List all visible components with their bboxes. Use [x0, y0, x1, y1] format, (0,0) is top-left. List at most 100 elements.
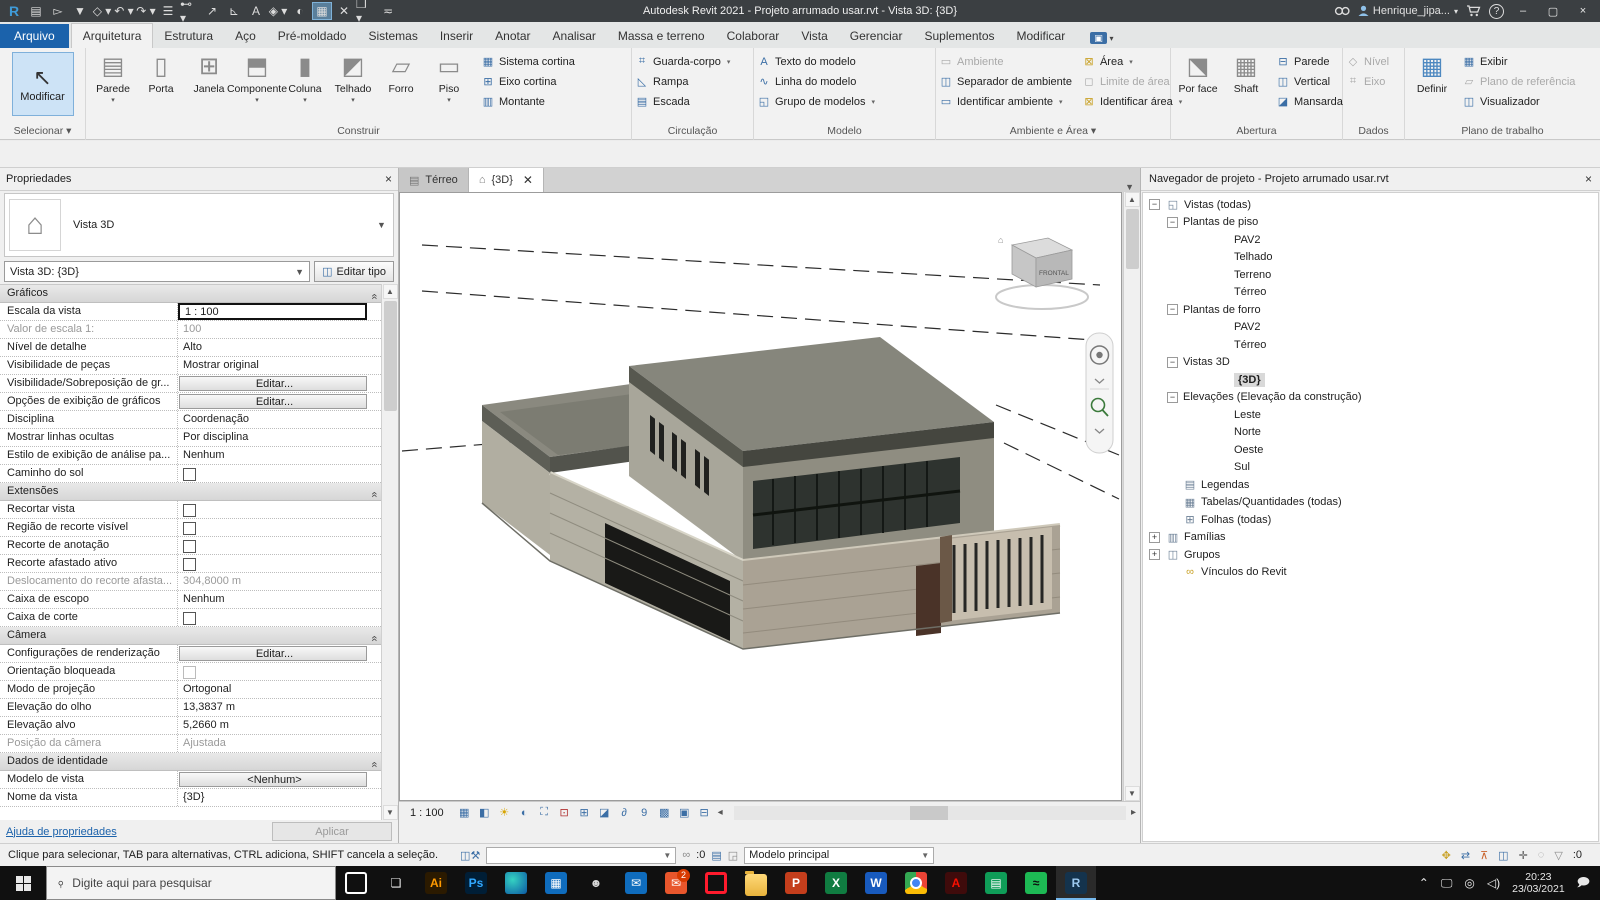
- property-row[interactable]: Caixa de corte: [0, 609, 381, 627]
- chevron-up-icon[interactable]: ⌃: [1419, 876, 1429, 890]
- property-value[interactable]: Coordenação: [178, 411, 381, 428]
- drag-on-selection-icon[interactable]: ✛: [1519, 849, 1528, 862]
- scroll-up-icon[interactable]: ▲: [1125, 192, 1140, 207]
- workset-glasses-icon[interactable]: ∞: [682, 849, 690, 861]
- taskbar-app-icon[interactable]: ✉ 2: [656, 866, 696, 900]
- modify-tool-button[interactable]: ↖ Modificar: [12, 52, 74, 116]
- taskbar-app-icon[interactable]: ☻: [576, 866, 616, 900]
- tree-item[interactable]: PAV2: [1143, 319, 1598, 337]
- view-control-icon[interactable]: ☀: [496, 804, 513, 821]
- view-control-icon[interactable]: ▦: [456, 804, 473, 821]
- property-value[interactable]: Editar...: [179, 376, 367, 391]
- ribbon-big-button[interactable]: ▯ Porta: [137, 50, 185, 104]
- property-row[interactable]: Extensões: [0, 483, 381, 501]
- view-tab-overflow-icon[interactable]: ▼: [1119, 182, 1140, 192]
- ribbon-small-button[interactable]: ⊠ Área: [1082, 53, 1182, 70]
- ribbon-tab[interactable]: Vista: [790, 24, 838, 48]
- panel-label-ambiente[interactable]: Ambiente e Área ▾: [936, 124, 1170, 140]
- taskbar-app-icon[interactable]: ▤: [976, 866, 1016, 900]
- property-value[interactable]: Por disciplina: [178, 429, 381, 446]
- property-row[interactable]: Elevação do olho 13,3837 m: [0, 699, 381, 717]
- design-option-combo[interactable]: Modelo principal ▼: [744, 847, 934, 864]
- view-tab-3d[interactable]: ⌂ {3D} ✕: [469, 168, 544, 192]
- notification-center-icon[interactable]: 🗩: [1577, 873, 1590, 894]
- tree-item[interactable]: − Vistas 3D: [1143, 354, 1598, 372]
- app-store-cart-icon[interactable]: [1466, 5, 1481, 17]
- ribbon-small-button[interactable]: ▭ Identificar ambiente: [939, 93, 1072, 110]
- start-button[interactable]: [0, 866, 46, 900]
- property-row[interactable]: Orientação bloqueada: [0, 663, 381, 681]
- property-value[interactable]: [178, 609, 381, 626]
- expand-collapse-icon[interactable]: −: [1149, 199, 1160, 210]
- property-row[interactable]: Disciplina Coordenação: [0, 411, 381, 429]
- qat-icon[interactable]: R: [4, 2, 24, 20]
- chevron-down-icon[interactable]: ▼: [377, 220, 393, 230]
- expand-collapse-icon[interactable]: −: [1167, 392, 1178, 403]
- property-row[interactable]: Gráficos: [0, 285, 381, 303]
- property-row[interactable]: Mostrar linhas ocultas Por disciplina: [0, 429, 381, 447]
- ribbon-big-button[interactable]: ◩ Telhado: [329, 50, 377, 104]
- ribbon-big-button[interactable]: ▦ Shaft: [1222, 50, 1270, 95]
- ribbon-small-button[interactable]: ⊟ Parede: [1276, 53, 1343, 70]
- qat-icon[interactable]: ☰: [158, 2, 178, 20]
- tree-item[interactable]: {3D}: [1143, 371, 1598, 389]
- taskbar-app-icon[interactable]: ≈: [1016, 866, 1056, 900]
- ribbon-small-button[interactable]: ◇ Nível: [1346, 53, 1389, 70]
- properties-close-icon[interactable]: ×: [385, 172, 392, 186]
- expand-collapse-icon[interactable]: −: [1167, 304, 1178, 315]
- qat-icon[interactable]: ✕: [334, 2, 354, 20]
- tree-item[interactable]: PAV2: [1143, 231, 1598, 249]
- ribbon-big-button[interactable]: ▮ Coluna: [281, 50, 329, 104]
- ribbon-small-button[interactable]: ◪ Mansarda: [1276, 93, 1343, 110]
- 3d-model-canvas[interactable]: FRONTAL ⌂: [399, 192, 1122, 801]
- ribbon-small-button[interactable]: ◺ Rampa: [635, 73, 730, 90]
- expand-collapse-icon[interactable]: −: [1167, 217, 1178, 228]
- ribbon-big-button[interactable]: ⊞ Janela: [185, 50, 233, 104]
- property-value[interactable]: Nenhum: [178, 591, 381, 608]
- qat-icon[interactable]: ↗: [202, 2, 222, 20]
- property-value[interactable]: Ortogonal: [178, 681, 381, 698]
- view-control-icon[interactable]: ∂: [616, 804, 633, 821]
- tree-item[interactable]: ▤ Legendas: [1143, 476, 1598, 494]
- ribbon-small-button[interactable]: ▱ Plano de referência: [1462, 73, 1575, 90]
- property-value[interactable]: [178, 555, 381, 572]
- viewport-horizontal-scrollbar[interactable]: [734, 805, 1126, 821]
- ribbon-big-button[interactable]: ▭ Piso: [425, 50, 473, 104]
- ribbon-big-button[interactable]: ⬒ Componente: [233, 50, 281, 104]
- taskbar-app-icon[interactable]: [896, 866, 936, 900]
- workset-combo[interactable]: ▼: [486, 847, 676, 864]
- volume-icon[interactable]: ◁): [1487, 876, 1500, 890]
- expand-collapse-icon[interactable]: −: [1167, 357, 1178, 368]
- close-view-icon[interactable]: ✕: [523, 173, 533, 187]
- select-links-icon[interactable]: ✥: [1442, 849, 1451, 862]
- qat-icon[interactable]: ≂: [378, 2, 398, 20]
- view-control-icon[interactable]: 9: [636, 804, 653, 821]
- viewport-vertical-scrollbar[interactable]: ▲ ▼: [1123, 192, 1140, 801]
- property-row[interactable]: Dados de identidade: [0, 753, 381, 771]
- tree-item[interactable]: ▦ Tabelas/Quantidades (todas): [1143, 494, 1598, 512]
- taskbar-app-icon[interactable]: ❏: [376, 866, 416, 900]
- ribbon-big-button[interactable]: ▦ Definir: [1408, 50, 1456, 95]
- ribbon-tab[interactable]: Arquitetura: [71, 23, 154, 48]
- view-control-icon[interactable]: ▩: [656, 804, 673, 821]
- ribbon-small-button[interactable]: ◱ Grupo de modelos: [757, 93, 875, 110]
- tree-item[interactable]: ⊞ Folhas (todas): [1143, 511, 1598, 529]
- tree-item[interactable]: Norte: [1143, 424, 1598, 442]
- taskbar-app-icon[interactable]: R: [1056, 866, 1096, 900]
- tree-item[interactable]: − Elevações (Elevação da construção): [1143, 389, 1598, 407]
- property-value[interactable]: Nenhum: [178, 447, 381, 464]
- property-row[interactable]: Nível de detalhe Alto: [0, 339, 381, 357]
- ribbon-tab[interactable]: Pré-moldado: [267, 24, 358, 48]
- taskbar-app-icon[interactable]: ▦: [536, 866, 576, 900]
- view-control-icon[interactable]: ◧: [476, 804, 493, 821]
- properties-help-link[interactable]: Ajuda de propriedades: [6, 826, 117, 838]
- qat-icon[interactable]: ▻: [48, 2, 68, 20]
- scroll-down-icon[interactable]: ▼: [383, 805, 398, 820]
- expand-collapse-icon[interactable]: +: [1149, 549, 1160, 560]
- property-value[interactable]: Alto: [178, 339, 381, 356]
- qat-icon[interactable]: ↷ ▾: [136, 2, 156, 20]
- view-control-icon[interactable]: ◐: [516, 804, 533, 821]
- property-value[interactable]: Editar...: [179, 394, 367, 409]
- scroll-up-icon[interactable]: ▲: [383, 284, 398, 299]
- property-row[interactable]: Região de recorte visível: [0, 519, 381, 537]
